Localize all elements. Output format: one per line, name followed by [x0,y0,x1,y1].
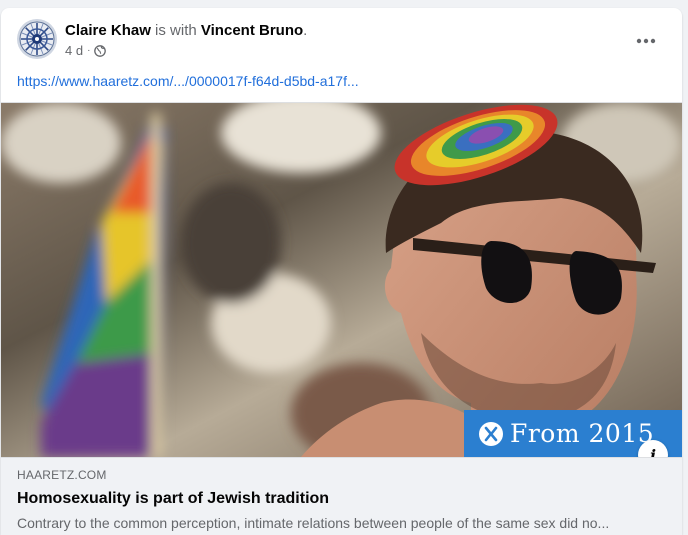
globe-icon[interactable] [94,45,107,57]
author-line: Claire Khaw is with Vincent Bruno. [65,21,307,41]
post-meta: 4 d · [65,43,107,59]
post-link[interactable]: https://www.haaretz.com/.../0000017f-f64… [17,72,359,90]
avatar[interactable] [17,19,57,59]
preview-text-panel[interactable]: HAARETZ.COM Homosexuality is part of Jew… [1,457,682,535]
preview-image[interactable]: From 2015 [1,102,682,457]
badge-text: From 2015 [510,419,655,448]
preview-domain: HAARETZ.COM [17,468,107,482]
preview-headline[interactable]: Homosexuality is part of Jewish traditio… [17,489,329,509]
author-name[interactable]: Claire Khaw [65,22,151,39]
author-line-period: . [303,22,308,39]
avatar-mandala-icon [17,19,57,59]
post-card: Claire Khaw is with Vincent Bruno. 4 d ·… [1,8,682,535]
with-text: is with [155,22,197,39]
more-options-button[interactable] [628,23,664,59]
post-time[interactable]: 4 d [65,43,83,59]
more-options-icon [636,38,656,44]
link-preview[interactable]: From 2015 i HAARETZ.COM Homosexuality is… [1,102,682,535]
haaretz-logo-icon [479,421,503,446]
preview-description: Contrary to the common perception, intim… [17,515,610,531]
post-header: Claire Khaw is with Vincent Bruno. 4 d · [1,8,682,64]
meta-separator: · [87,45,91,56]
preview-photo [1,103,682,457]
tagged-name[interactable]: Vincent Bruno [201,22,303,39]
